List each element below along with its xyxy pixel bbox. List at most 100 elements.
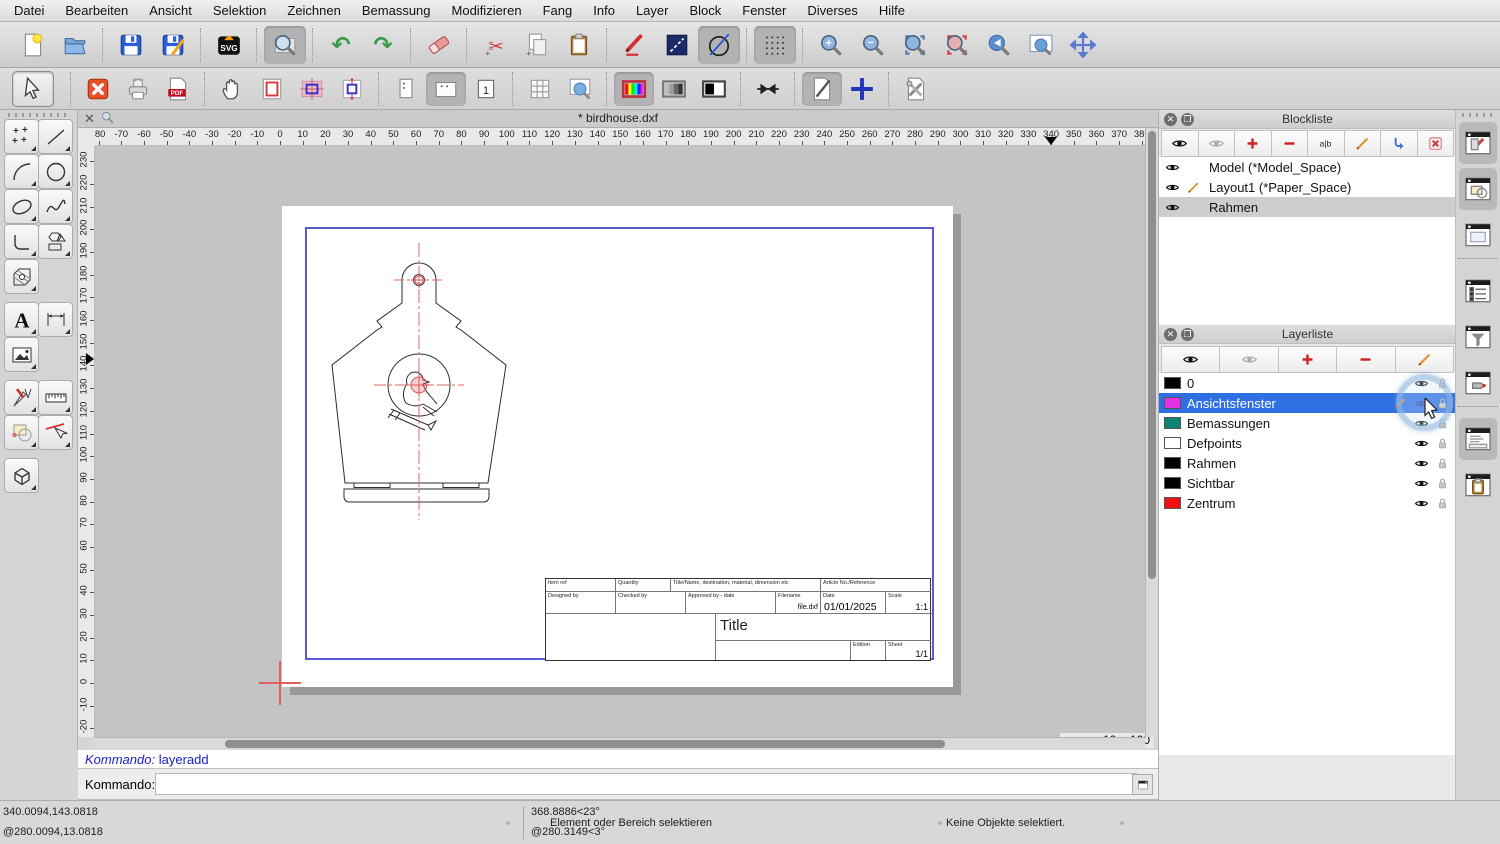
- grid-view-button[interactable]: [520, 72, 560, 106]
- block-row-model[interactable]: Model (*Model_Space): [1159, 157, 1456, 177]
- menu-fang[interactable]: Fang: [543, 3, 573, 18]
- color-full-button[interactable]: [614, 72, 654, 106]
- zoom-in-button[interactable]: +: [810, 26, 852, 64]
- page-portrait-button[interactable]: [386, 72, 426, 106]
- page-landscape-button[interactable]: [426, 72, 466, 106]
- pdf-export-button[interactable]: PDF: [158, 72, 198, 106]
- print-button[interactable]: [118, 72, 158, 106]
- dock-library-browser-button[interactable]: [1459, 362, 1497, 404]
- layer-color-swatch[interactable]: [1164, 497, 1181, 509]
- palette-ellipse-button[interactable]: [4, 189, 39, 224]
- menu-hilfe[interactable]: Hilfe: [879, 3, 905, 18]
- blocklist-hide-all-button[interactable]: [1199, 130, 1236, 157]
- palette-drag-handle[interactable]: [8, 113, 70, 117]
- select-button[interactable]: [12, 71, 54, 107]
- menu-zeichnen[interactable]: Zeichnen: [287, 3, 340, 18]
- dock-command-line-panel-button[interactable]: [1459, 418, 1497, 460]
- layer-color-swatch[interactable]: [1164, 377, 1181, 389]
- menu-datei[interactable]: Datei: [14, 3, 44, 18]
- palette-points-button[interactable]: ++++: [4, 119, 39, 154]
- command-input[interactable]: [155, 773, 1137, 795]
- horizontal-scrollbar[interactable]: [95, 737, 1145, 750]
- dock-viewport-panel-button[interactable]: [1459, 214, 1497, 256]
- layer-row-sichtbar[interactable]: Sichtbar: [1159, 473, 1456, 493]
- preferences-button[interactable]: [896, 72, 936, 106]
- layer-visibility-eye-icon[interactable]: [1414, 496, 1429, 511]
- layer-lock-icon[interactable]: [1435, 436, 1450, 451]
- layer-visibility-eye-icon[interactable]: [1414, 436, 1429, 451]
- zoom-out-button[interactable]: −: [852, 26, 894, 64]
- blocklist-purge-button[interactable]: [1418, 130, 1455, 157]
- zoom-page-button[interactable]: [560, 72, 600, 106]
- vscroll-thumb[interactable]: [1148, 131, 1156, 579]
- blocklist-rename-button[interactable]: a|b: [1308, 130, 1345, 157]
- close-drawing-button[interactable]: [78, 72, 118, 106]
- palette-dimension-button[interactable]: [38, 302, 73, 337]
- hscroll-thumb[interactable]: [225, 740, 945, 748]
- new-file-button[interactable]: [12, 26, 54, 64]
- menu-block[interactable]: Block: [689, 3, 721, 18]
- menu-selektion[interactable]: Selektion: [213, 3, 266, 18]
- undo-button[interactable]: ↶: [320, 26, 362, 64]
- menu-info[interactable]: Info: [593, 3, 615, 18]
- block-row-rahmen[interactable]: Rahmen: [1159, 197, 1456, 217]
- palette-polyline-button[interactable]: [4, 224, 39, 259]
- circle-slash-button[interactable]: [698, 26, 740, 64]
- color-bw-button[interactable]: [694, 72, 734, 106]
- copy-button[interactable]: +: [516, 26, 558, 64]
- palette-selection-tool-button[interactable]: [38, 415, 73, 450]
- zoom-previous-button[interactable]: [978, 26, 1020, 64]
- blocklist-add-button[interactable]: [1235, 130, 1272, 157]
- block-visibility-eye-icon[interactable]: [1164, 199, 1180, 215]
- line-segment-button[interactable]: [656, 26, 698, 64]
- pan-button[interactable]: [1062, 26, 1104, 64]
- layer-row-zentrum[interactable]: Zentrum: [1159, 493, 1456, 513]
- paper-border-button[interactable]: [252, 72, 292, 106]
- save-as-button[interactable]: [152, 26, 194, 64]
- palette-measure-button[interactable]: [38, 380, 73, 415]
- drawing-canvas[interactable]: Item ref Quantity Title/Name, destinatio…: [95, 146, 1145, 737]
- cut-button[interactable]: ✂+: [474, 26, 516, 64]
- layer-lock-icon[interactable]: [1435, 496, 1450, 511]
- layerlist-show-all-button[interactable]: [1161, 346, 1220, 373]
- layer-color-swatch[interactable]: [1164, 477, 1181, 489]
- print-preview-button[interactable]: [264, 26, 306, 64]
- palette-solid-button[interactable]: [4, 458, 39, 493]
- layer-row-rahmen[interactable]: Rahmen: [1159, 453, 1456, 473]
- layer-lock-icon[interactable]: [1435, 456, 1450, 471]
- layer-visibility-eye-icon[interactable]: [1414, 456, 1429, 471]
- layerlist-edit-button[interactable]: [1396, 346, 1454, 373]
- eraser-button[interactable]: [418, 26, 460, 64]
- pan-hand-button[interactable]: [212, 72, 252, 106]
- palette-line-button[interactable]: [38, 119, 73, 154]
- menu-bemassung[interactable]: Bemassung: [362, 3, 431, 18]
- dock-selection-filter-button[interactable]: [1459, 316, 1497, 358]
- dock-property-editor-button[interactable]: [1459, 122, 1497, 164]
- menu-modifizieren[interactable]: Modifizieren: [452, 3, 522, 18]
- page-single-button[interactable]: 1: [466, 72, 506, 106]
- layer-color-swatch[interactable]: [1164, 457, 1181, 469]
- edit-pencil-button[interactable]: [614, 26, 656, 64]
- zoom-auto-button[interactable]: [894, 26, 936, 64]
- dock-block-list-panel-button[interactable]: [1459, 168, 1497, 210]
- zoom-selection-button[interactable]: [936, 26, 978, 64]
- lineweight-button[interactable]: [748, 72, 788, 106]
- palette-spline-button[interactable]: [38, 189, 73, 224]
- menu-fenster[interactable]: Fenster: [742, 3, 786, 18]
- redo-button[interactable]: ↷: [362, 26, 404, 64]
- blocklist-edit-button[interactable]: [1345, 130, 1382, 157]
- grid-dots-button[interactable]: [754, 26, 796, 64]
- save-button[interactable]: [110, 26, 152, 64]
- block-row-layout1[interactable]: Layout1 (*Paper_Space): [1159, 177, 1456, 197]
- open-file-button[interactable]: [54, 26, 96, 64]
- menu-ansicht[interactable]: Ansicht: [149, 3, 192, 18]
- palette-arc-button[interactable]: [4, 154, 39, 189]
- palette-image-button[interactable]: [4, 337, 39, 372]
- viewport-lock-button[interactable]: [332, 72, 372, 106]
- palette-circle-button[interactable]: [38, 154, 73, 189]
- menu-layer[interactable]: Layer: [636, 3, 669, 18]
- blocklist-show-all-button[interactable]: [1161, 130, 1199, 157]
- layer-color-swatch[interactable]: [1164, 417, 1181, 429]
- vertical-scrollbar[interactable]: [1145, 128, 1158, 737]
- blocklist-insert-button[interactable]: [1381, 130, 1418, 157]
